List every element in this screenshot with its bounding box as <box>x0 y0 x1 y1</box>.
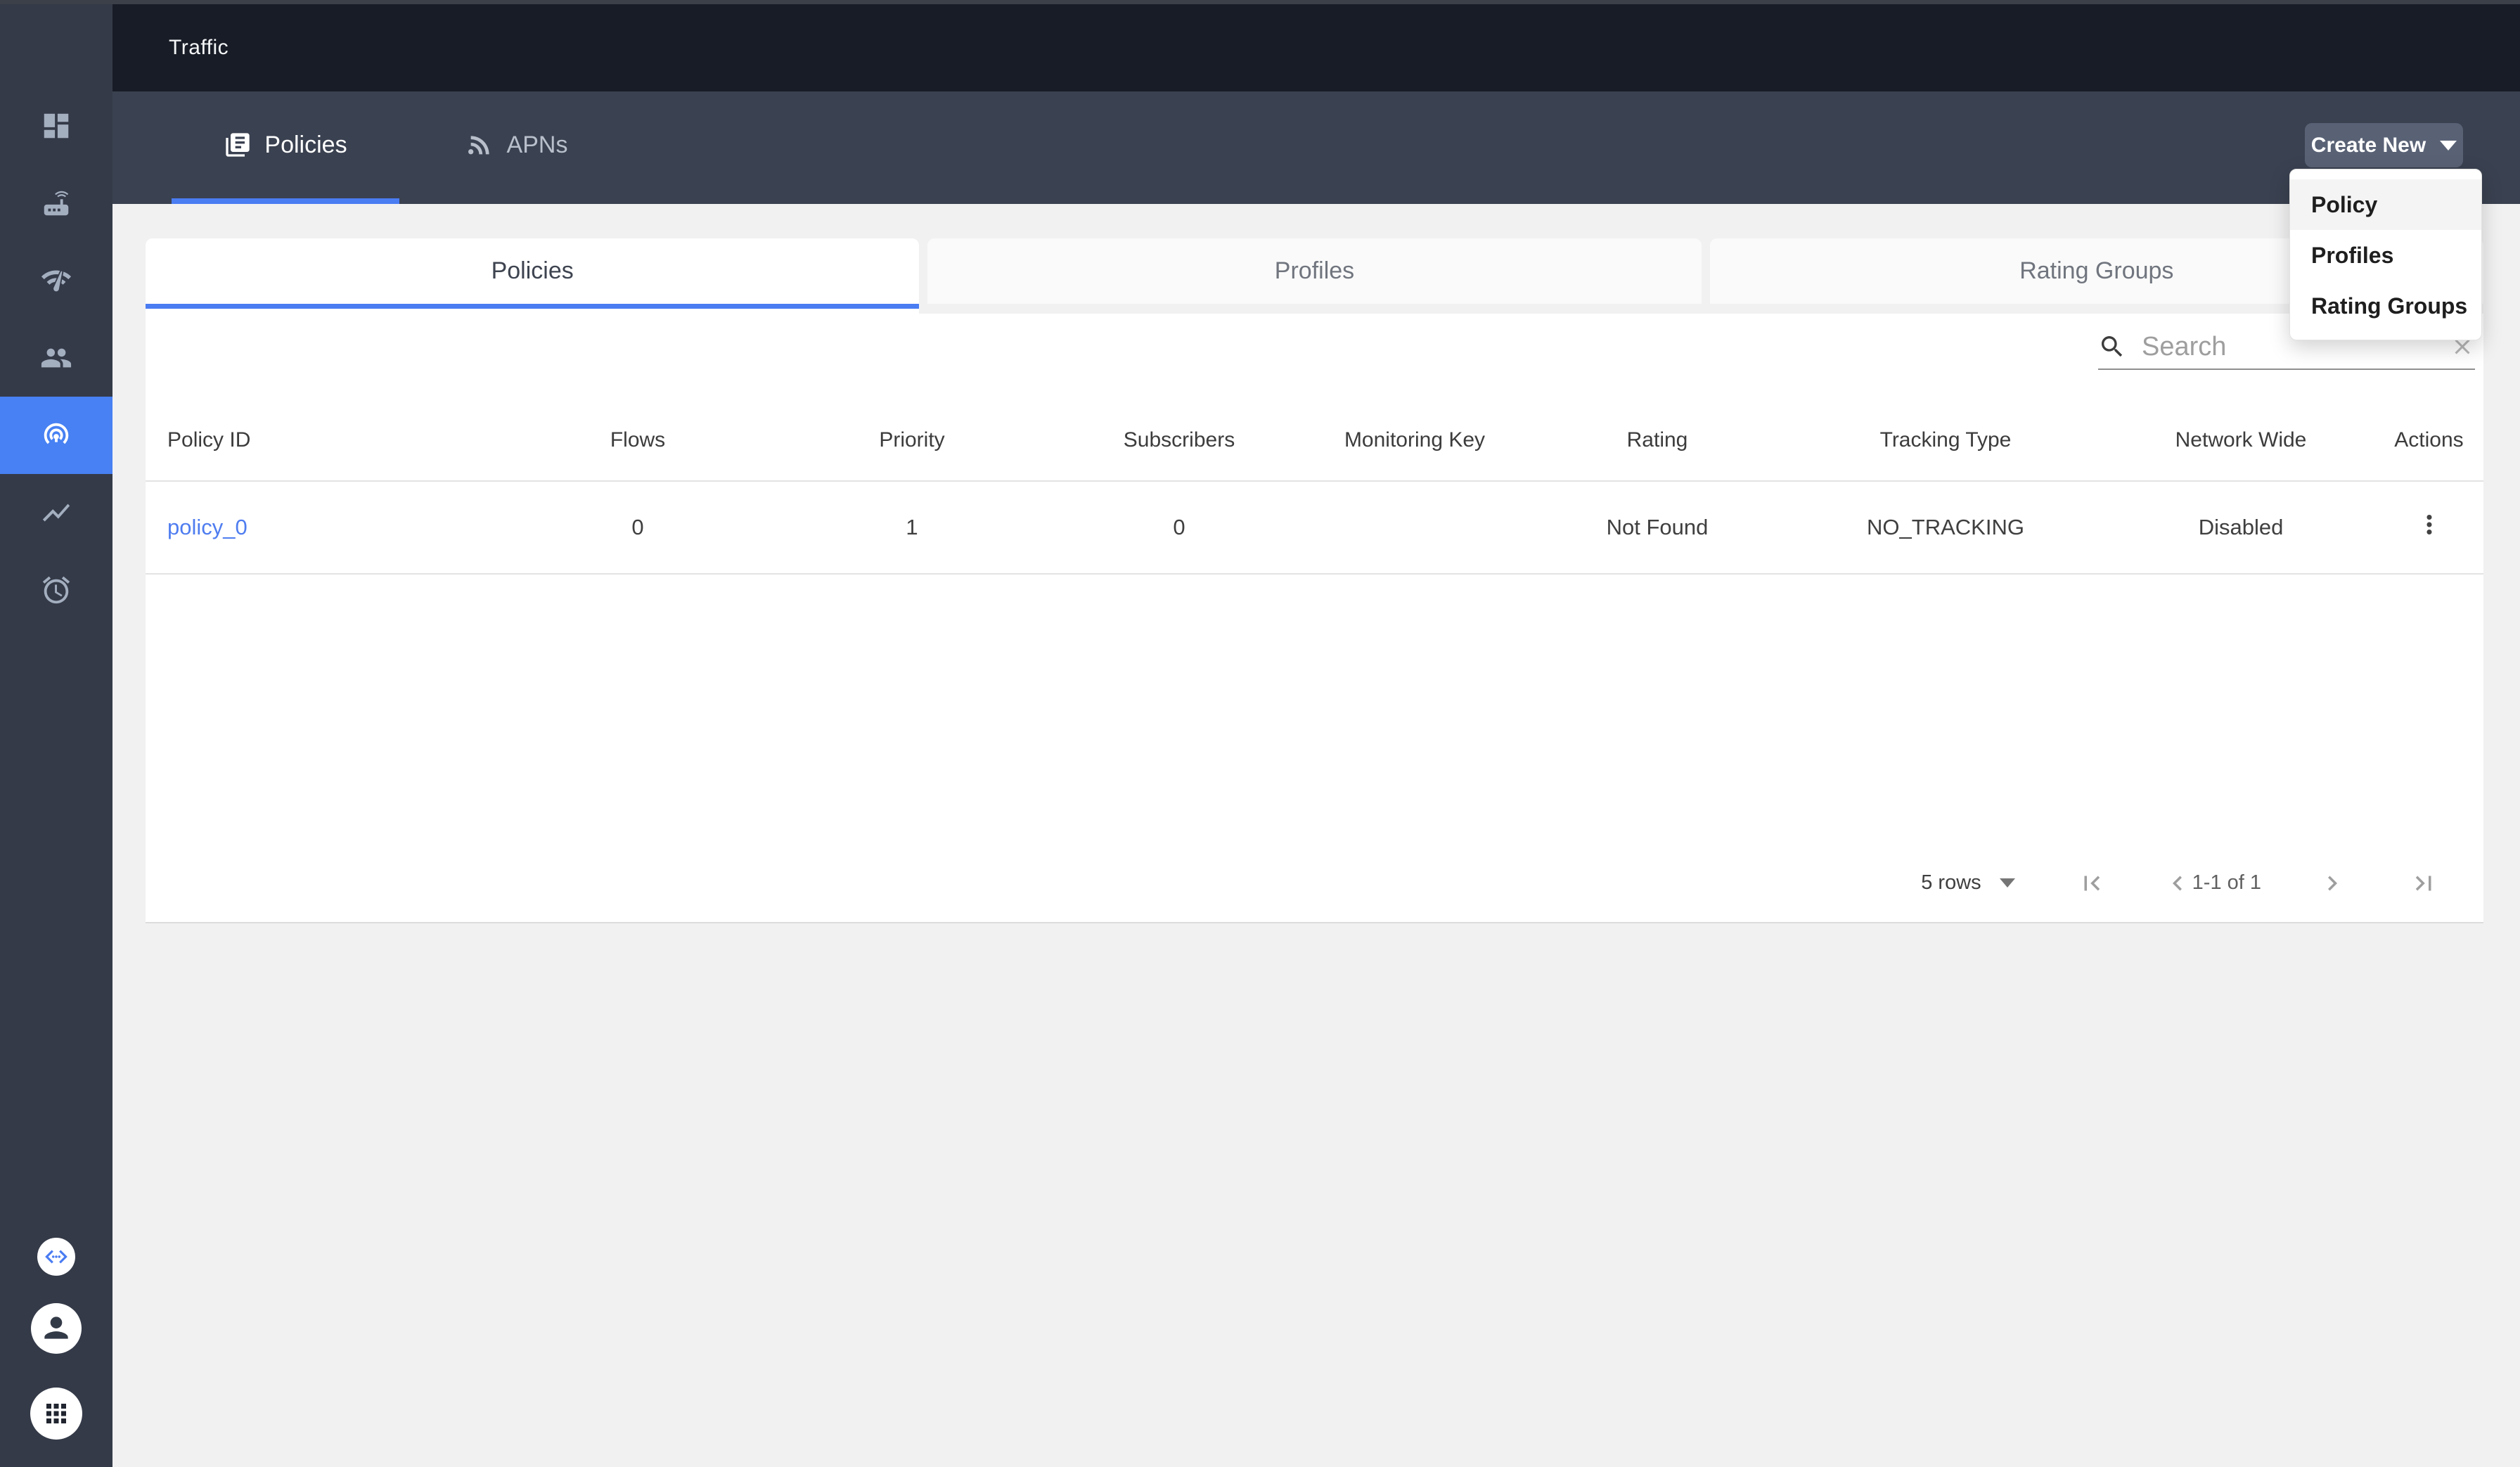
pagination-bar: 5 rows 1-1 of 1 <box>146 844 2483 922</box>
column-header-rating: Rating <box>1531 428 1784 452</box>
subtab-profiles[interactable]: Profiles <box>927 238 1701 304</box>
subtab-policies[interactable]: Policies <box>146 238 919 314</box>
network-check-icon <box>40 264 72 297</box>
table-empty-space <box>146 575 2483 844</box>
alarm-icon <box>40 574 72 606</box>
column-header-flows: Flows <box>511 428 764 452</box>
search-icon <box>2098 333 2126 361</box>
table-row: policy_0 0 1 0 Not Found NO_TRACKING Dis… <box>146 482 2483 575</box>
person-icon <box>39 1311 74 1346</box>
cell-flows: 0 <box>511 515 764 540</box>
rss-feed-icon <box>466 131 494 159</box>
column-header-priority: Priority <box>764 428 1060 452</box>
wifi-tethering-icon <box>40 419 72 451</box>
column-header-tracking-type: Tracking Type <box>1784 428 2107 452</box>
sidebar-item-subscribers[interactable] <box>0 319 112 397</box>
sub-tab-bar: Policies Profiles Rating Groups <box>146 238 2483 314</box>
sidebar <box>0 4 112 1467</box>
sidebar-item-metrics[interactable] <box>0 474 112 551</box>
menu-item-rating-groups[interactable]: Rating Groups <box>2290 281 2481 331</box>
tab-policies-label: Policies <box>264 132 347 159</box>
column-header-subscribers: Subscribers <box>1060 428 1299 452</box>
content-area: Policies Profiles Rating Groups Policy I… <box>112 204 2520 1467</box>
chevron-down-icon <box>2000 878 2015 888</box>
api-docs-button[interactable] <box>37 1238 75 1276</box>
rows-per-page-label: 5 rows <box>1921 871 1981 895</box>
subtab-policies-label: Policies <box>491 257 574 285</box>
page-title: Traffic <box>169 36 229 60</box>
dashboard-icon <box>40 110 72 142</box>
account-button[interactable] <box>31 1303 82 1354</box>
column-header-monitoring-key: Monitoring Key <box>1299 428 1531 452</box>
create-new-menu: Policy Profiles Rating Groups <box>2289 169 2482 340</box>
cell-priority: 1 <box>764 515 1060 540</box>
sidebar-item-dashboard[interactable] <box>0 87 112 165</box>
column-header-actions: Actions <box>2374 428 2483 452</box>
column-header-policy-id: Policy ID <box>146 428 511 452</box>
sidebar-item-network-check[interactable] <box>0 242 112 319</box>
rows-per-page-select[interactable]: 5 rows <box>1921 871 2014 895</box>
search-row <box>146 314 2483 379</box>
menu-item-policy-label: Policy <box>2311 192 2377 218</box>
tab-apns[interactable]: APNs <box>399 91 634 204</box>
tab-policies[interactable]: Policies <box>172 91 399 204</box>
cell-rating: Not Found <box>1531 515 1784 540</box>
create-new-button[interactable]: Create New <box>2305 123 2463 167</box>
show-chart-icon <box>40 497 72 529</box>
people-icon <box>40 342 72 374</box>
apps-grid-icon <box>41 1399 71 1428</box>
previous-page-icon[interactable] <box>2163 869 2192 898</box>
sidebar-item-equipment[interactable] <box>0 165 112 242</box>
policies-table-card: Policy ID Flows Priority Subscribers Mon… <box>146 314 2483 923</box>
code-icon <box>43 1243 70 1270</box>
first-page-icon[interactable] <box>2077 869 2107 898</box>
router-icon <box>40 187 72 219</box>
table-header-row: Policy ID Flows Priority Subscribers Mon… <box>146 379 2483 482</box>
apps-menu-button[interactable] <box>30 1388 82 1440</box>
tab-apns-label: APNs <box>507 132 568 159</box>
row-actions-menu-button[interactable] <box>2415 510 2444 539</box>
menu-item-policy[interactable]: Policy <box>2290 179 2481 230</box>
cell-subscribers: 0 <box>1060 515 1299 540</box>
cell-tracking-type: NO_TRACKING <box>1784 515 2107 540</box>
menu-item-profiles[interactable]: Profiles <box>2290 230 2481 281</box>
column-header-network-wide: Network Wide <box>2107 428 2374 452</box>
app-header: Traffic <box>112 4 2520 91</box>
policy-link[interactable]: policy_0 <box>167 515 248 539</box>
sidebar-item-alarms[interactable] <box>0 551 112 629</box>
cell-network-wide: Disabled <box>2107 515 2374 540</box>
sidebar-item-traffic[interactable] <box>0 397 112 474</box>
chevron-down-icon <box>2440 141 2457 150</box>
last-page-icon[interactable] <box>2409 869 2438 898</box>
top-tab-bar: Policies APNs Create New <box>112 91 2520 204</box>
create-new-label: Create New <box>2311 134 2426 158</box>
next-page-icon[interactable] <box>2318 869 2347 898</box>
subtab-profiles-label: Profiles <box>1275 257 1354 285</box>
menu-item-rating-groups-label: Rating Groups <box>2311 293 2467 319</box>
library-books-icon <box>224 131 252 159</box>
page-range-label: 1-1 of 1 <box>2192 871 2261 895</box>
subtab-rating-groups-label: Rating Groups <box>2019 257 2173 285</box>
menu-item-profiles-label: Profiles <box>2311 243 2393 269</box>
